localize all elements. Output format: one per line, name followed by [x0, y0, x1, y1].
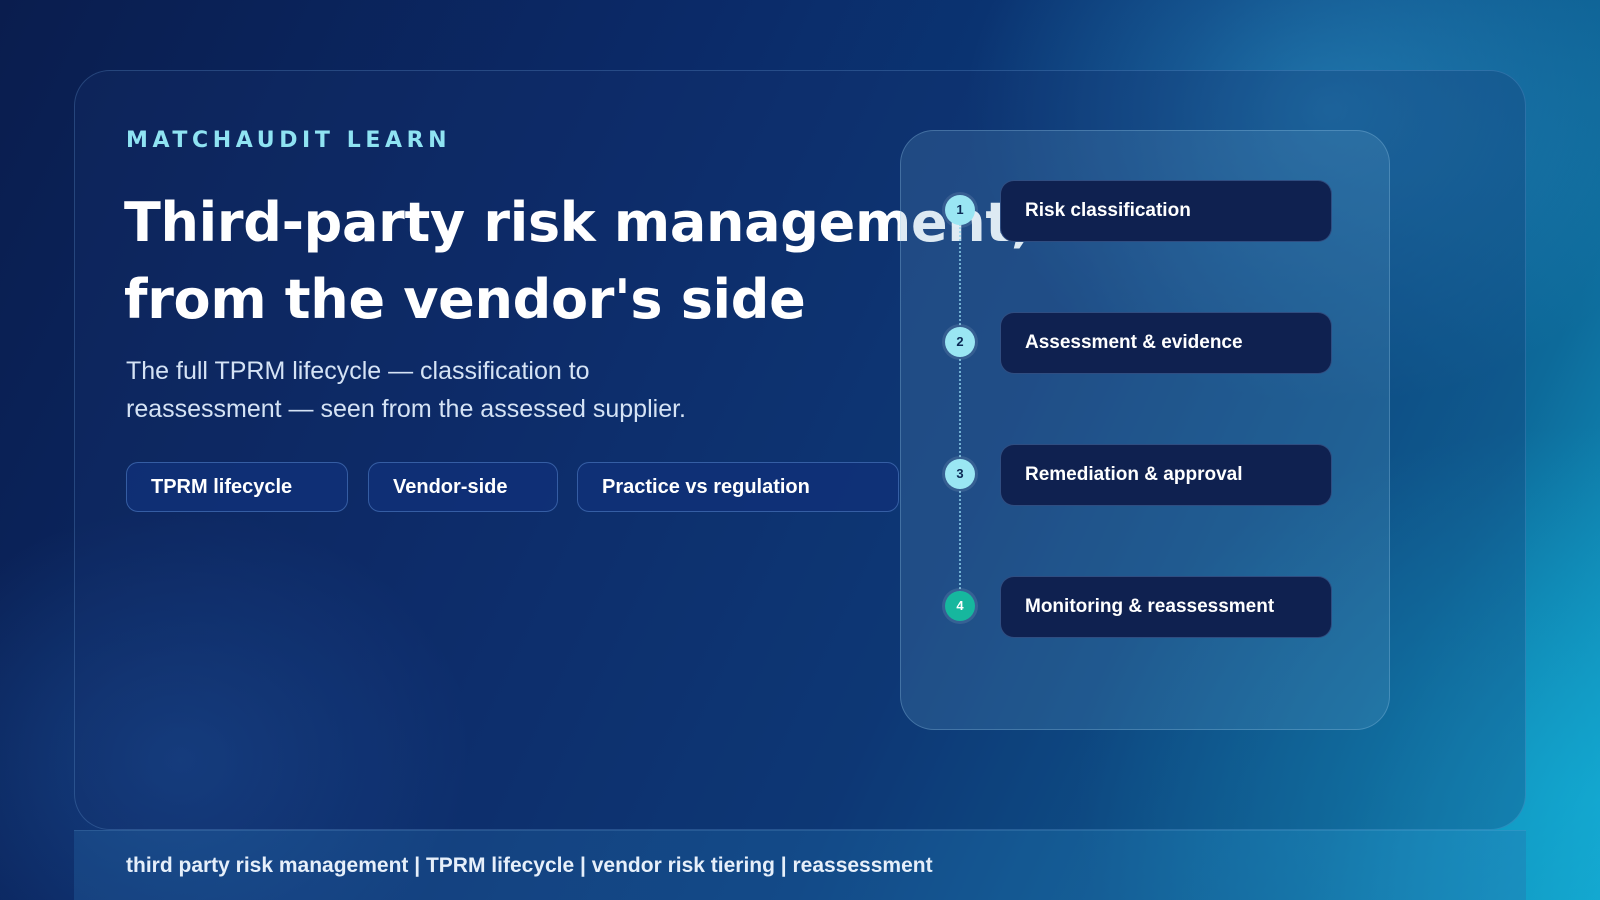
step-3-marker: 3 — [945, 459, 975, 489]
step-monitoring-reassessment[interactable]: Monitoring & reassessment — [1000, 576, 1332, 638]
page-subtitle: The full TPRM lifecycle — classification… — [126, 352, 766, 428]
step-4-marker: 4 — [945, 591, 975, 621]
page-title-line-2: from the vendor's side — [124, 268, 806, 331]
page-title-line-1: Third-party risk management, — [124, 191, 1032, 254]
lifecycle-timeline-rail — [959, 224, 961, 608]
tag-vendor-side[interactable]: Vendor-side — [368, 462, 558, 512]
eyebrow-label: MATCHAUDIT LEARN — [126, 128, 452, 153]
tag-practice-vs-regulation[interactable]: Practice vs regulation — [577, 462, 899, 512]
page-title: Third-party risk management, from the ve… — [124, 184, 1032, 338]
step-1-marker: 1 — [945, 195, 975, 225]
page-subtitle-line-2: reassessment — seen from the assessed su… — [126, 395, 686, 423]
step-remediation-approval[interactable]: Remediation & approval — [1000, 444, 1332, 506]
footer-keywords: third party risk management | TPRM lifec… — [126, 854, 933, 877]
step-2-marker: 2 — [945, 327, 975, 357]
tag-tprm-lifecycle[interactable]: TPRM lifecycle — [126, 462, 348, 512]
step-assessment-evidence[interactable]: Assessment & evidence — [1000, 312, 1332, 374]
step-risk-classification[interactable]: Risk classification — [1000, 180, 1332, 242]
page-subtitle-line-1: The full TPRM lifecycle — classification… — [126, 357, 590, 385]
